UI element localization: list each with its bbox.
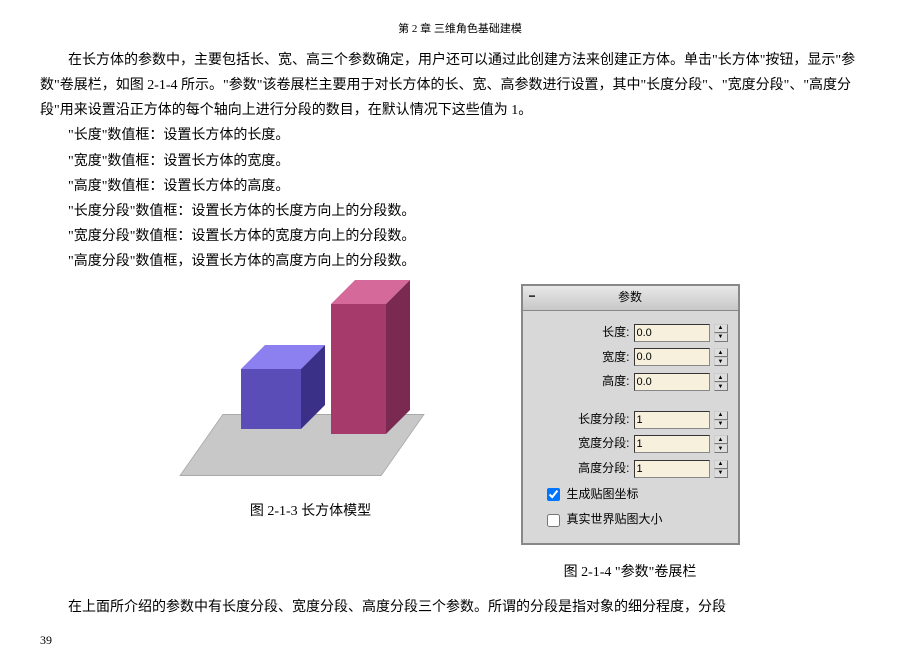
bullet-item: "高度分段"数值框，设置长方体的高度方向上的分段数。 bbox=[40, 249, 880, 274]
height-seg-label: 高度分段: bbox=[570, 458, 630, 480]
spinner-down-icon[interactable]: ▼ bbox=[714, 333, 728, 342]
cuboid-illustration bbox=[181, 284, 441, 484]
length-label: 长度: bbox=[570, 322, 630, 344]
height-spinner[interactable]: ▲▼ bbox=[714, 373, 728, 391]
chapter-header: 第 2 章 三维角色基础建模 bbox=[40, 20, 880, 40]
paragraph-1: 在长方体的参数中，主要包括长、宽、高三个参数确定，用户还可以通过此创建方法来创建… bbox=[40, 48, 880, 124]
spinner-down-icon[interactable]: ▼ bbox=[714, 357, 728, 366]
paragraph-2: 在上面所介绍的参数中有长度分段、宽度分段、高度分段三个参数。所谓的分段是指对象的… bbox=[40, 595, 880, 620]
width-input[interactable] bbox=[634, 348, 710, 366]
gen-mapping-label: 生成贴图坐标 bbox=[567, 484, 639, 506]
length-seg-input[interactable] bbox=[634, 411, 710, 429]
spinner-down-icon[interactable]: ▼ bbox=[714, 469, 728, 478]
spinner-down-icon[interactable]: ▼ bbox=[714, 444, 728, 453]
bullet-item: "高度"数值框：设置长方体的高度。 bbox=[40, 174, 880, 199]
bullet-item: "长度"数值框：设置长方体的长度。 bbox=[40, 123, 880, 148]
height-label: 高度: bbox=[570, 371, 630, 393]
bullet-item: "宽度"数值框：设置长方体的宽度。 bbox=[40, 149, 880, 174]
width-spinner[interactable]: ▲▼ bbox=[714, 348, 728, 366]
spinner-up-icon[interactable]: ▲ bbox=[714, 373, 728, 382]
gen-mapping-checkbox[interactable] bbox=[547, 488, 560, 501]
bullet-item: "长度分段"数值框：设置长方体的长度方向上的分段数。 bbox=[40, 199, 880, 224]
bullet-item: "宽度分段"数值框：设置长方体的宽度方向上的分段数。 bbox=[40, 224, 880, 249]
spinner-up-icon[interactable]: ▲ bbox=[714, 411, 728, 420]
width-label: 宽度: bbox=[570, 347, 630, 369]
page-number: 39 bbox=[40, 630, 880, 652]
spinner-down-icon[interactable]: ▼ bbox=[714, 382, 728, 391]
bullet-list: "长度"数值框：设置长方体的长度。 "宽度"数值框：设置长方体的宽度。 "高度"… bbox=[40, 123, 880, 274]
spinner-up-icon[interactable]: ▲ bbox=[714, 348, 728, 357]
real-world-checkbox[interactable] bbox=[547, 514, 560, 527]
width-seg-spinner[interactable]: ▲▼ bbox=[714, 435, 728, 453]
spinner-down-icon[interactable]: ▼ bbox=[714, 420, 728, 429]
panel-title[interactable]: 参数 bbox=[523, 286, 738, 311]
figure-caption-right: 图 2-1-4 "参数"卷展栏 bbox=[564, 560, 697, 585]
width-seg-label: 宽度分段: bbox=[570, 433, 630, 455]
parameters-panel: 参数 长度: ▲▼ 宽度: ▲▼ 高度: ▲▼ bbox=[521, 284, 740, 544]
height-seg-spinner[interactable]: ▲▼ bbox=[714, 460, 728, 478]
spinner-up-icon[interactable]: ▲ bbox=[714, 460, 728, 469]
length-spinner[interactable]: ▲▼ bbox=[714, 324, 728, 342]
spinner-up-icon[interactable]: ▲ bbox=[714, 435, 728, 444]
height-input[interactable] bbox=[634, 373, 710, 391]
length-input[interactable] bbox=[634, 324, 710, 342]
height-seg-input[interactable] bbox=[634, 460, 710, 478]
spinner-up-icon[interactable]: ▲ bbox=[714, 324, 728, 333]
real-world-label: 真实世界贴图大小 bbox=[567, 509, 663, 531]
length-seg-label: 长度分段: bbox=[570, 409, 630, 431]
length-seg-spinner[interactable]: ▲▼ bbox=[714, 411, 728, 429]
figure-caption-left: 图 2-1-3 长方体模型 bbox=[250, 499, 371, 524]
width-seg-input[interactable] bbox=[634, 435, 710, 453]
